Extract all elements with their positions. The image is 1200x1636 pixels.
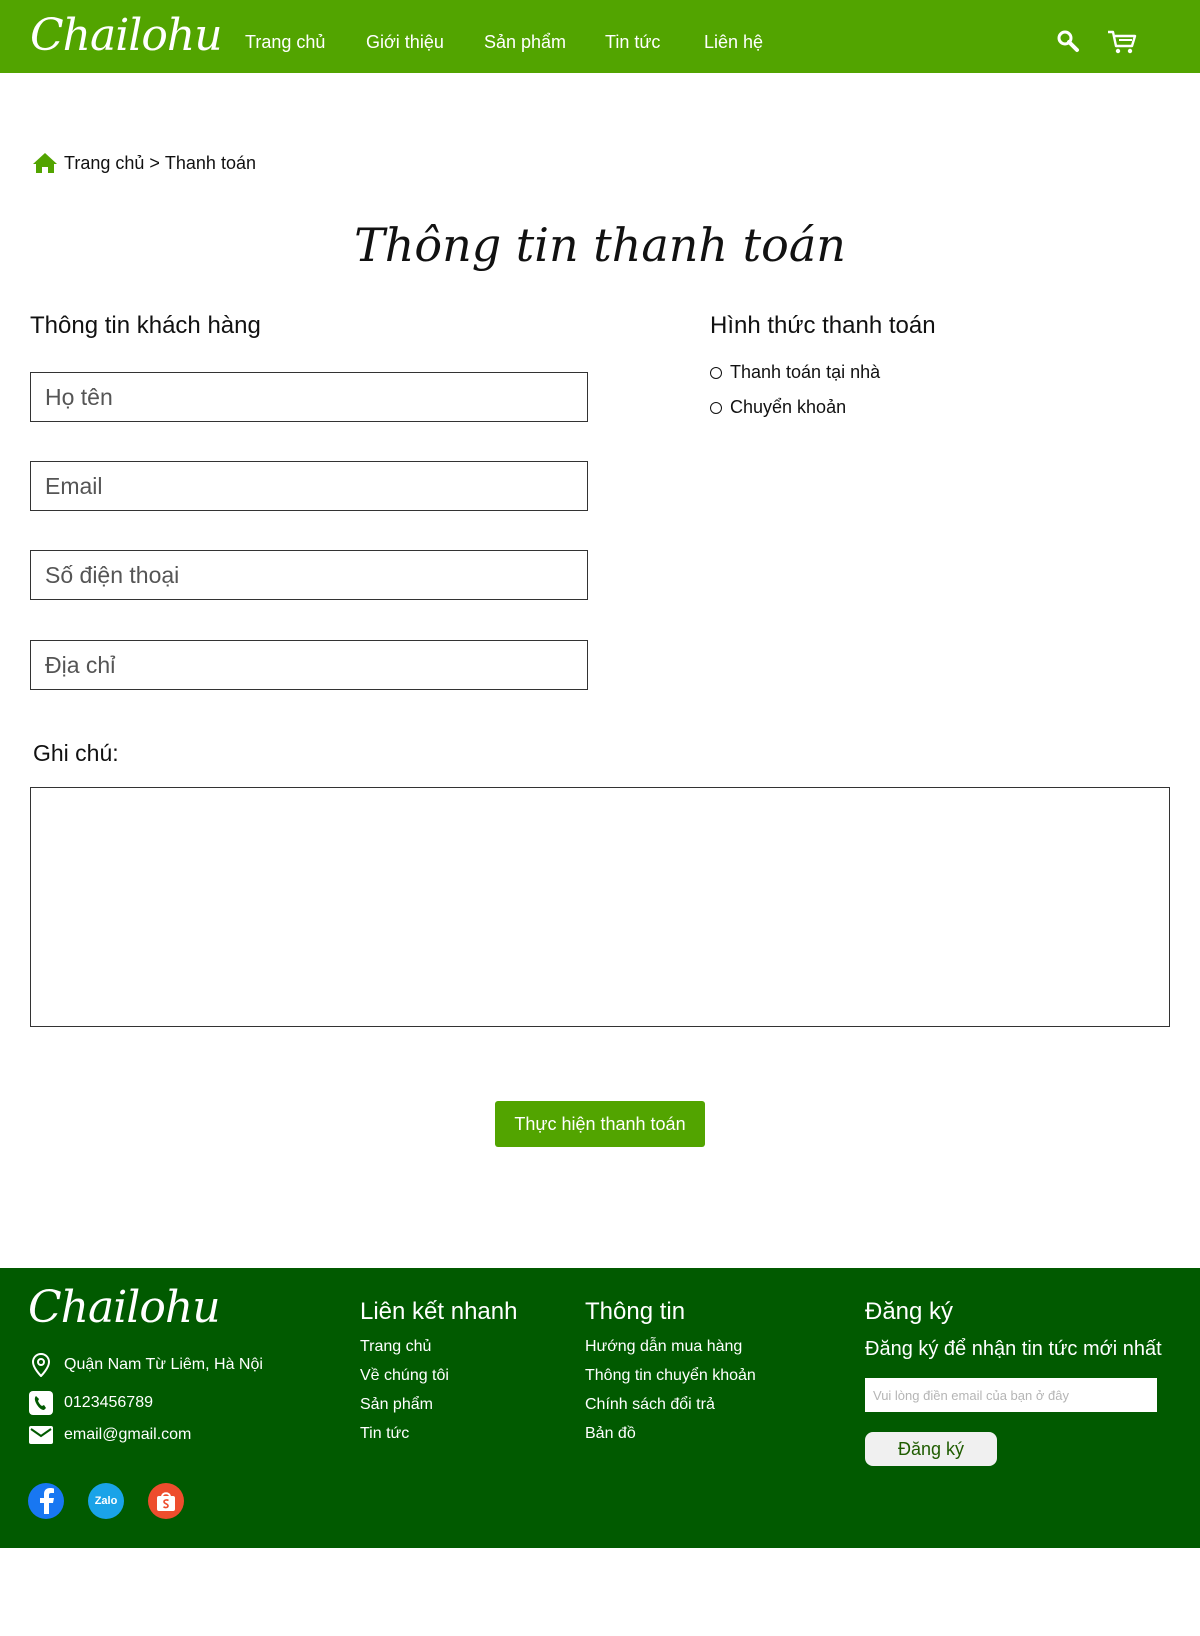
footer-link-products[interactable]: Sản phẩm: [360, 1396, 433, 1414]
phone-text: 0123456789: [64, 1394, 153, 1411]
site-logo[interactable]: Chailohu: [30, 10, 223, 61]
page-title: Thông tin thanh toán: [354, 218, 846, 272]
shopee-icon[interactable]: [148, 1483, 184, 1519]
nav-about[interactable]: Giới thiệu: [366, 32, 444, 53]
facebook-icon[interactable]: [28, 1483, 64, 1519]
home-icon[interactable]: [32, 152, 58, 174]
footer-address: Quận Nam Từ Liêm, Hà Nội: [28, 1353, 263, 1377]
submit-payment-button[interactable]: Thực hiện thanh toán: [495, 1101, 705, 1147]
zalo-icon-text: Zalo: [94, 1495, 118, 1507]
signup-subtitle: Đăng ký để nhận tin tức mới nhất: [865, 1338, 1162, 1360]
payment-option-label: Thanh toán tại nhà: [730, 362, 881, 382]
footer-logo[interactable]: Chailohu: [28, 1282, 221, 1333]
mail-icon: [28, 1426, 54, 1444]
cart-icon[interactable]: [1107, 29, 1137, 60]
payment-option-home[interactable]: Thanh toán tại nhà: [710, 362, 880, 383]
note-label: Ghi chú:: [33, 740, 119, 766]
phone-icon: [28, 1391, 54, 1415]
newsletter-email-input[interactable]: [865, 1378, 1157, 1412]
footer-link-transfer-info[interactable]: Thông tin chuyển khoản: [585, 1367, 756, 1385]
payment-option-label: Chuyển khoản: [730, 397, 847, 417]
nav-home[interactable]: Trang chủ: [245, 32, 325, 53]
breadcrumb-home[interactable]: Trang chủ: [64, 153, 144, 174]
phone-field[interactable]: [30, 550, 588, 600]
footer-email: email@gmail.com: [28, 1426, 191, 1444]
name-field[interactable]: [30, 372, 588, 422]
nav-news[interactable]: Tin tức: [605, 32, 660, 53]
signup-button[interactable]: Đăng ký: [865, 1432, 997, 1466]
payment-method-title: Hình thức thanh toán: [710, 312, 936, 339]
radio-button[interactable]: [710, 401, 722, 414]
nav-products[interactable]: Sản phẩm: [484, 32, 566, 53]
footer-link-news[interactable]: Tin tức: [360, 1425, 409, 1443]
breadcrumb: Trang chủ > Thanh toán: [32, 152, 256, 174]
quick-links-title: Liên kết nhanh: [360, 1298, 518, 1325]
info-title: Thông tin: [585, 1298, 686, 1325]
footer-link-map[interactable]: Bản đồ: [585, 1425, 636, 1443]
site-footer: Chailohu Quận Nam Từ Liêm, Hà Nội 012345…: [0, 1268, 1200, 1548]
email-field[interactable]: [30, 461, 588, 511]
nav-contact[interactable]: Liên hệ: [704, 32, 763, 53]
footer-link-return-policy[interactable]: Chính sách đổi trả: [585, 1396, 715, 1414]
address-text: Quận Nam Từ Liêm, Hà Nội: [64, 1356, 263, 1373]
note-textarea[interactable]: [30, 787, 1170, 1027]
payment-option-transfer[interactable]: Chuyển khoản: [710, 397, 846, 418]
radio-button[interactable]: [710, 366, 722, 379]
footer-link-buying-guide[interactable]: Hướng dẫn mua hàng: [585, 1338, 742, 1356]
zalo-icon[interactable]: Zalo: [88, 1483, 124, 1519]
breadcrumb-separator: >: [149, 152, 160, 173]
address-field[interactable]: [30, 640, 588, 690]
customer-info-title: Thông tin khách hàng: [30, 312, 261, 339]
footer-phone: 0123456789: [28, 1391, 153, 1415]
site-header: Chailohu Trang chủ Giới thiệu Sản phẩm T…: [0, 0, 1200, 73]
email-text: email@gmail.com: [64, 1426, 192, 1443]
search-icon[interactable]: [1056, 29, 1080, 58]
footer-link-home[interactable]: Trang chủ: [360, 1338, 431, 1356]
location-pin-icon: [28, 1353, 54, 1377]
footer-link-about[interactable]: Về chúng tôi: [360, 1367, 449, 1385]
breadcrumb-current: Thanh toán: [164, 152, 256, 173]
signup-title: Đăng ký: [865, 1298, 954, 1325]
